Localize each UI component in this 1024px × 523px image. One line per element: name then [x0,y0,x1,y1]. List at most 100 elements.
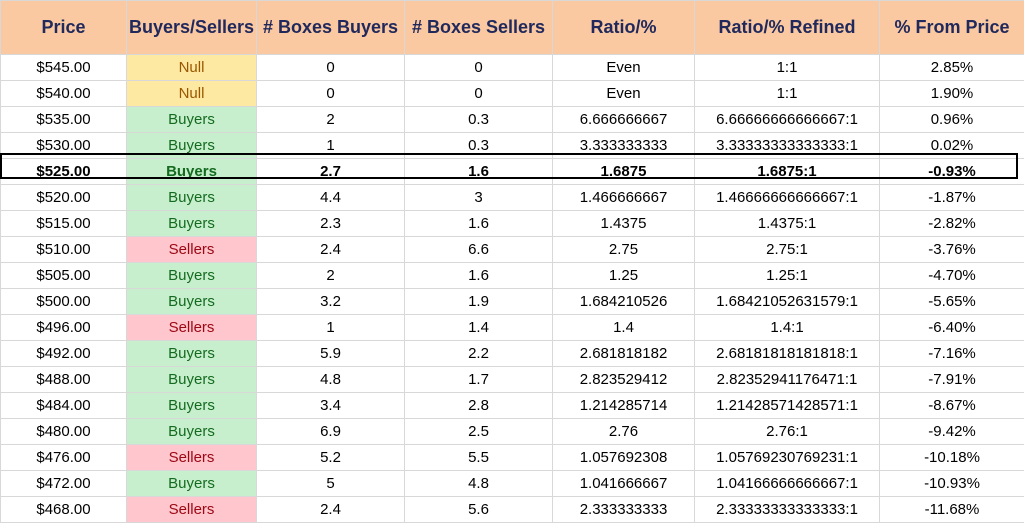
cell-boxes-buyers[interactable]: 1 [257,315,405,341]
cell-buyers-sellers[interactable]: Buyers [127,159,257,185]
cell-ratio-refined[interactable]: 1.4375:1 [695,211,880,237]
cell-price[interactable]: $525.00 [1,159,127,185]
cell-price[interactable]: $510.00 [1,237,127,263]
cell-price[interactable]: $535.00 [1,107,127,133]
cell-ratio-refined[interactable]: 1.4:1 [695,315,880,341]
cell-from-price[interactable]: -4.70% [880,263,1024,289]
cell-ratio-refined[interactable]: 2.33333333333333:1 [695,497,880,523]
cell-ratio[interactable]: 1.4 [553,315,695,341]
cell-price[interactable]: $505.00 [1,263,127,289]
cell-boxes-buyers[interactable]: 3.2 [257,289,405,315]
header-ratio-refined[interactable]: Ratio/% Refined [695,1,880,55]
cell-boxes-sellers[interactable]: 1.6 [405,211,553,237]
cell-ratio[interactable]: Even [553,81,695,107]
cell-buyers-sellers[interactable]: Buyers [127,393,257,419]
cell-ratio[interactable]: 2.333333333 [553,497,695,523]
cell-boxes-buyers[interactable]: 5 [257,471,405,497]
cell-boxes-sellers[interactable]: 1.6 [405,159,553,185]
cell-boxes-sellers[interactable]: 0.3 [405,133,553,159]
cell-boxes-sellers[interactable]: 5.5 [405,445,553,471]
cell-from-price[interactable]: 0.96% [880,107,1024,133]
cell-from-price[interactable]: -2.82% [880,211,1024,237]
cell-ratio[interactable]: 1.466666667 [553,185,695,211]
cell-ratio-refined[interactable]: 1.46666666666667:1 [695,185,880,211]
header-boxes-sellers[interactable]: # Boxes Sellers [405,1,553,55]
cell-ratio-refined[interactable]: 1.6875:1 [695,159,880,185]
cell-price[interactable]: $496.00 [1,315,127,341]
cell-from-price[interactable]: -7.16% [880,341,1024,367]
cell-ratio[interactable]: 2.76 [553,419,695,445]
cell-ratio-refined[interactable]: 2.75:1 [695,237,880,263]
cell-ratio-refined[interactable]: 1.04166666666667:1 [695,471,880,497]
cell-boxes-sellers[interactable]: 2.8 [405,393,553,419]
cell-from-price[interactable]: -10.18% [880,445,1024,471]
header-from-price[interactable]: % From Price [880,1,1024,55]
cell-ratio-refined[interactable]: 1:1 [695,55,880,81]
cell-boxes-buyers[interactable]: 2.7 [257,159,405,185]
cell-boxes-sellers[interactable]: 1.6 [405,263,553,289]
cell-buyers-sellers[interactable]: Sellers [127,497,257,523]
cell-ratio[interactable]: Even [553,55,695,81]
cell-from-price[interactable]: -3.76% [880,237,1024,263]
cell-boxes-sellers[interactable]: 0.3 [405,107,553,133]
cell-from-price[interactable]: 1.90% [880,81,1024,107]
cell-buyers-sellers[interactable]: Buyers [127,341,257,367]
cell-price[interactable]: $484.00 [1,393,127,419]
cell-boxes-buyers[interactable]: 0 [257,55,405,81]
cell-ratio-refined[interactable]: 1:1 [695,81,880,107]
cell-boxes-buyers[interactable]: 2.4 [257,497,405,523]
cell-price[interactable]: $480.00 [1,419,127,445]
cell-boxes-sellers[interactable]: 3 [405,185,553,211]
cell-ratio[interactable]: 1.057692308 [553,445,695,471]
cell-buyers-sellers[interactable]: Buyers [127,471,257,497]
cell-price[interactable]: $545.00 [1,55,127,81]
cell-ratio-refined[interactable]: 1.21428571428571:1 [695,393,880,419]
cell-from-price[interactable]: 0.02% [880,133,1024,159]
cell-from-price[interactable]: -8.67% [880,393,1024,419]
cell-ratio-refined[interactable]: 2.76:1 [695,419,880,445]
cell-ratio[interactable]: 1.4375 [553,211,695,237]
cell-from-price[interactable]: -6.40% [880,315,1024,341]
cell-ratio-refined[interactable]: 2.68181818181818:1 [695,341,880,367]
cell-from-price[interactable]: -9.42% [880,419,1024,445]
cell-boxes-buyers[interactable]: 5.2 [257,445,405,471]
cell-ratio-refined[interactable]: 1.05769230769231:1 [695,445,880,471]
cell-price[interactable]: $520.00 [1,185,127,211]
cell-ratio-refined[interactable]: 3.33333333333333:1 [695,133,880,159]
cell-buyers-sellers[interactable]: Buyers [127,133,257,159]
cell-boxes-sellers[interactable]: 1.9 [405,289,553,315]
cell-ratio-refined[interactable]: 1.25:1 [695,263,880,289]
header-buyers-sellers[interactable]: Buyers/Sellers [127,1,257,55]
cell-ratio[interactable]: 2.75 [553,237,695,263]
cell-from-price[interactable]: -5.65% [880,289,1024,315]
cell-boxes-buyers[interactable]: 2.4 [257,237,405,263]
cell-boxes-sellers[interactable]: 0 [405,55,553,81]
cell-boxes-buyers[interactable]: 1 [257,133,405,159]
cell-buyers-sellers[interactable]: Sellers [127,315,257,341]
cell-buyers-sellers[interactable]: Buyers [127,367,257,393]
cell-boxes-sellers[interactable]: 4.8 [405,471,553,497]
cell-ratio-refined[interactable]: 6.66666666666667:1 [695,107,880,133]
cell-boxes-sellers[interactable]: 0 [405,81,553,107]
cell-ratio[interactable]: 6.666666667 [553,107,695,133]
header-boxes-buyers[interactable]: # Boxes Buyers [257,1,405,55]
cell-buyers-sellers[interactable]: Buyers [127,263,257,289]
cell-boxes-buyers[interactable]: 0 [257,81,405,107]
cell-ratio[interactable]: 2.681818182 [553,341,695,367]
cell-buyers-sellers[interactable]: Buyers [127,419,257,445]
cell-price[interactable]: $468.00 [1,497,127,523]
cell-from-price[interactable]: -10.93% [880,471,1024,497]
header-price[interactable]: Price [1,1,127,55]
cell-buyers-sellers[interactable]: Null [127,81,257,107]
cell-buyers-sellers[interactable]: Null [127,55,257,81]
cell-ratio[interactable]: 1.214285714 [553,393,695,419]
cell-ratio[interactable]: 1.6875 [553,159,695,185]
cell-boxes-sellers[interactable]: 5.6 [405,497,553,523]
cell-boxes-sellers[interactable]: 1.7 [405,367,553,393]
cell-price[interactable]: $500.00 [1,289,127,315]
cell-buyers-sellers[interactable]: Buyers [127,185,257,211]
header-ratio[interactable]: Ratio/% [553,1,695,55]
cell-from-price[interactable]: -1.87% [880,185,1024,211]
cell-boxes-buyers[interactable]: 3.4 [257,393,405,419]
cell-boxes-buyers[interactable]: 5.9 [257,341,405,367]
